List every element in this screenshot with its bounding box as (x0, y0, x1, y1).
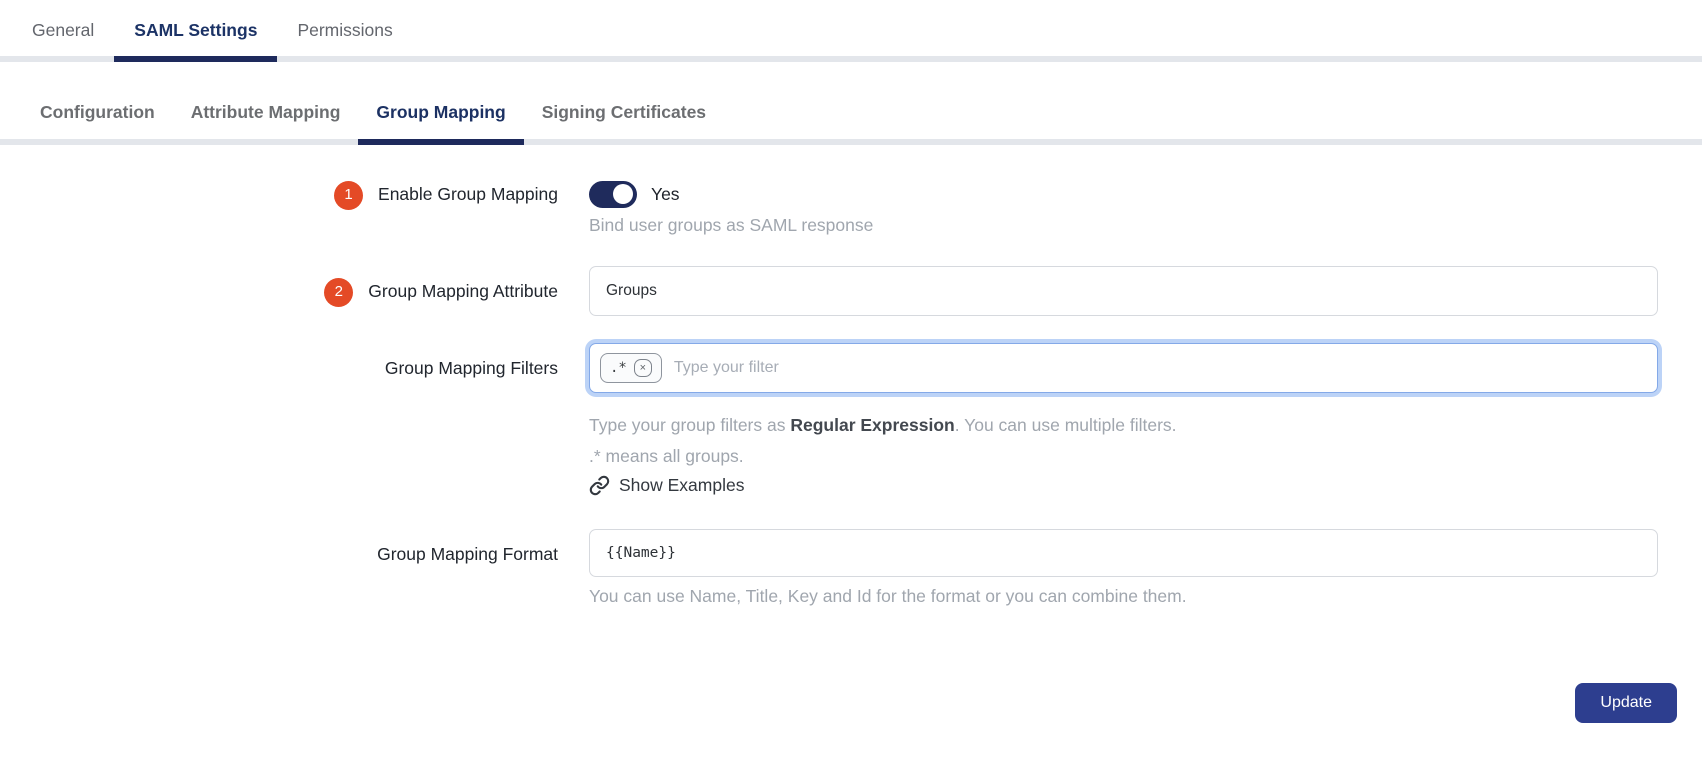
subtab-group-mapping[interactable]: Group Mapping (358, 88, 524, 145)
subtab-attribute-mapping[interactable]: Attribute Mapping (173, 88, 359, 145)
group-mapping-filters-row: Group Mapping Filters .* × Type your gro… (0, 343, 1702, 501)
filters-help-text: Type your group filters as Regular Expre… (589, 410, 1658, 471)
tab-saml-settings[interactable]: SAML Settings (114, 0, 278, 62)
group-mapping-attribute-input[interactable] (589, 266, 1658, 316)
filter-chip: .* × (600, 353, 662, 383)
enable-group-mapping-toggle[interactable] (589, 180, 637, 208)
enable-group-mapping-label: Enable Group Mapping (378, 184, 558, 204)
group-mapping-attribute-row: 2 Group Mapping Attribute (0, 266, 1702, 316)
update-button[interactable]: Update (1575, 683, 1677, 724)
group-mapping-format-row: Group Mapping Format You can use Name, T… (0, 529, 1702, 607)
group-mapping-attribute-label: Group Mapping Attribute (368, 281, 558, 301)
filters-help-line1: Type your group filters as Regular Expre… (589, 415, 1177, 435)
toggle-state-label: Yes (651, 183, 680, 204)
remove-filter-icon[interactable]: × (633, 359, 652, 377)
filters-help-line2: .* means all groups. (589, 445, 744, 466)
tab-general[interactable]: General (12, 0, 114, 62)
form-actions: Update (0, 683, 1702, 724)
filter-chip-value: .* (610, 360, 627, 376)
main-tab-bar: General SAML Settings Permissions (0, 0, 1702, 62)
group-mapping-attribute-label-col: 2 Group Mapping Attribute (0, 266, 558, 316)
format-help-text: You can use Name, Title, Key and Id for … (589, 586, 1187, 607)
subtab-configuration[interactable]: Configuration (22, 88, 173, 145)
regular-expression-emphasis: Regular Expression (790, 415, 955, 435)
tab-permissions[interactable]: Permissions (277, 0, 412, 62)
group-mapping-filters-input[interactable]: .* × (589, 343, 1658, 393)
group-mapping-filters-label: Group Mapping Filters (384, 358, 558, 378)
show-examples-label: Show Examples (619, 475, 745, 496)
group-mapping-form: 1 Enable Group Mapping Yes Bind user grou… (0, 145, 1702, 724)
enable-group-mapping-label-col: 1 Enable Group Mapping (0, 179, 558, 210)
group-mapping-format-label: Group Mapping Format (377, 544, 558, 565)
enable-group-mapping-help: Bind user groups as SAML response (589, 215, 874, 235)
step-2-badge: 2 (324, 277, 354, 307)
step-1-badge: 1 (334, 180, 364, 210)
show-examples-link[interactable]: Show Examples (589, 475, 744, 496)
link-icon (589, 475, 610, 496)
group-mapping-format-input[interactable] (589, 529, 1658, 578)
saml-sub-tab-bar: Configuration Attribute Mapping Group Ma… (0, 88, 1702, 145)
filter-text-input[interactable] (673, 359, 1647, 377)
subtab-signing-certificates[interactable]: Signing Certificates (524, 88, 724, 145)
enable-group-mapping-row: 1 Enable Group Mapping Yes Bind user grou… (0, 179, 1702, 236)
toggle-knob (613, 184, 633, 204)
